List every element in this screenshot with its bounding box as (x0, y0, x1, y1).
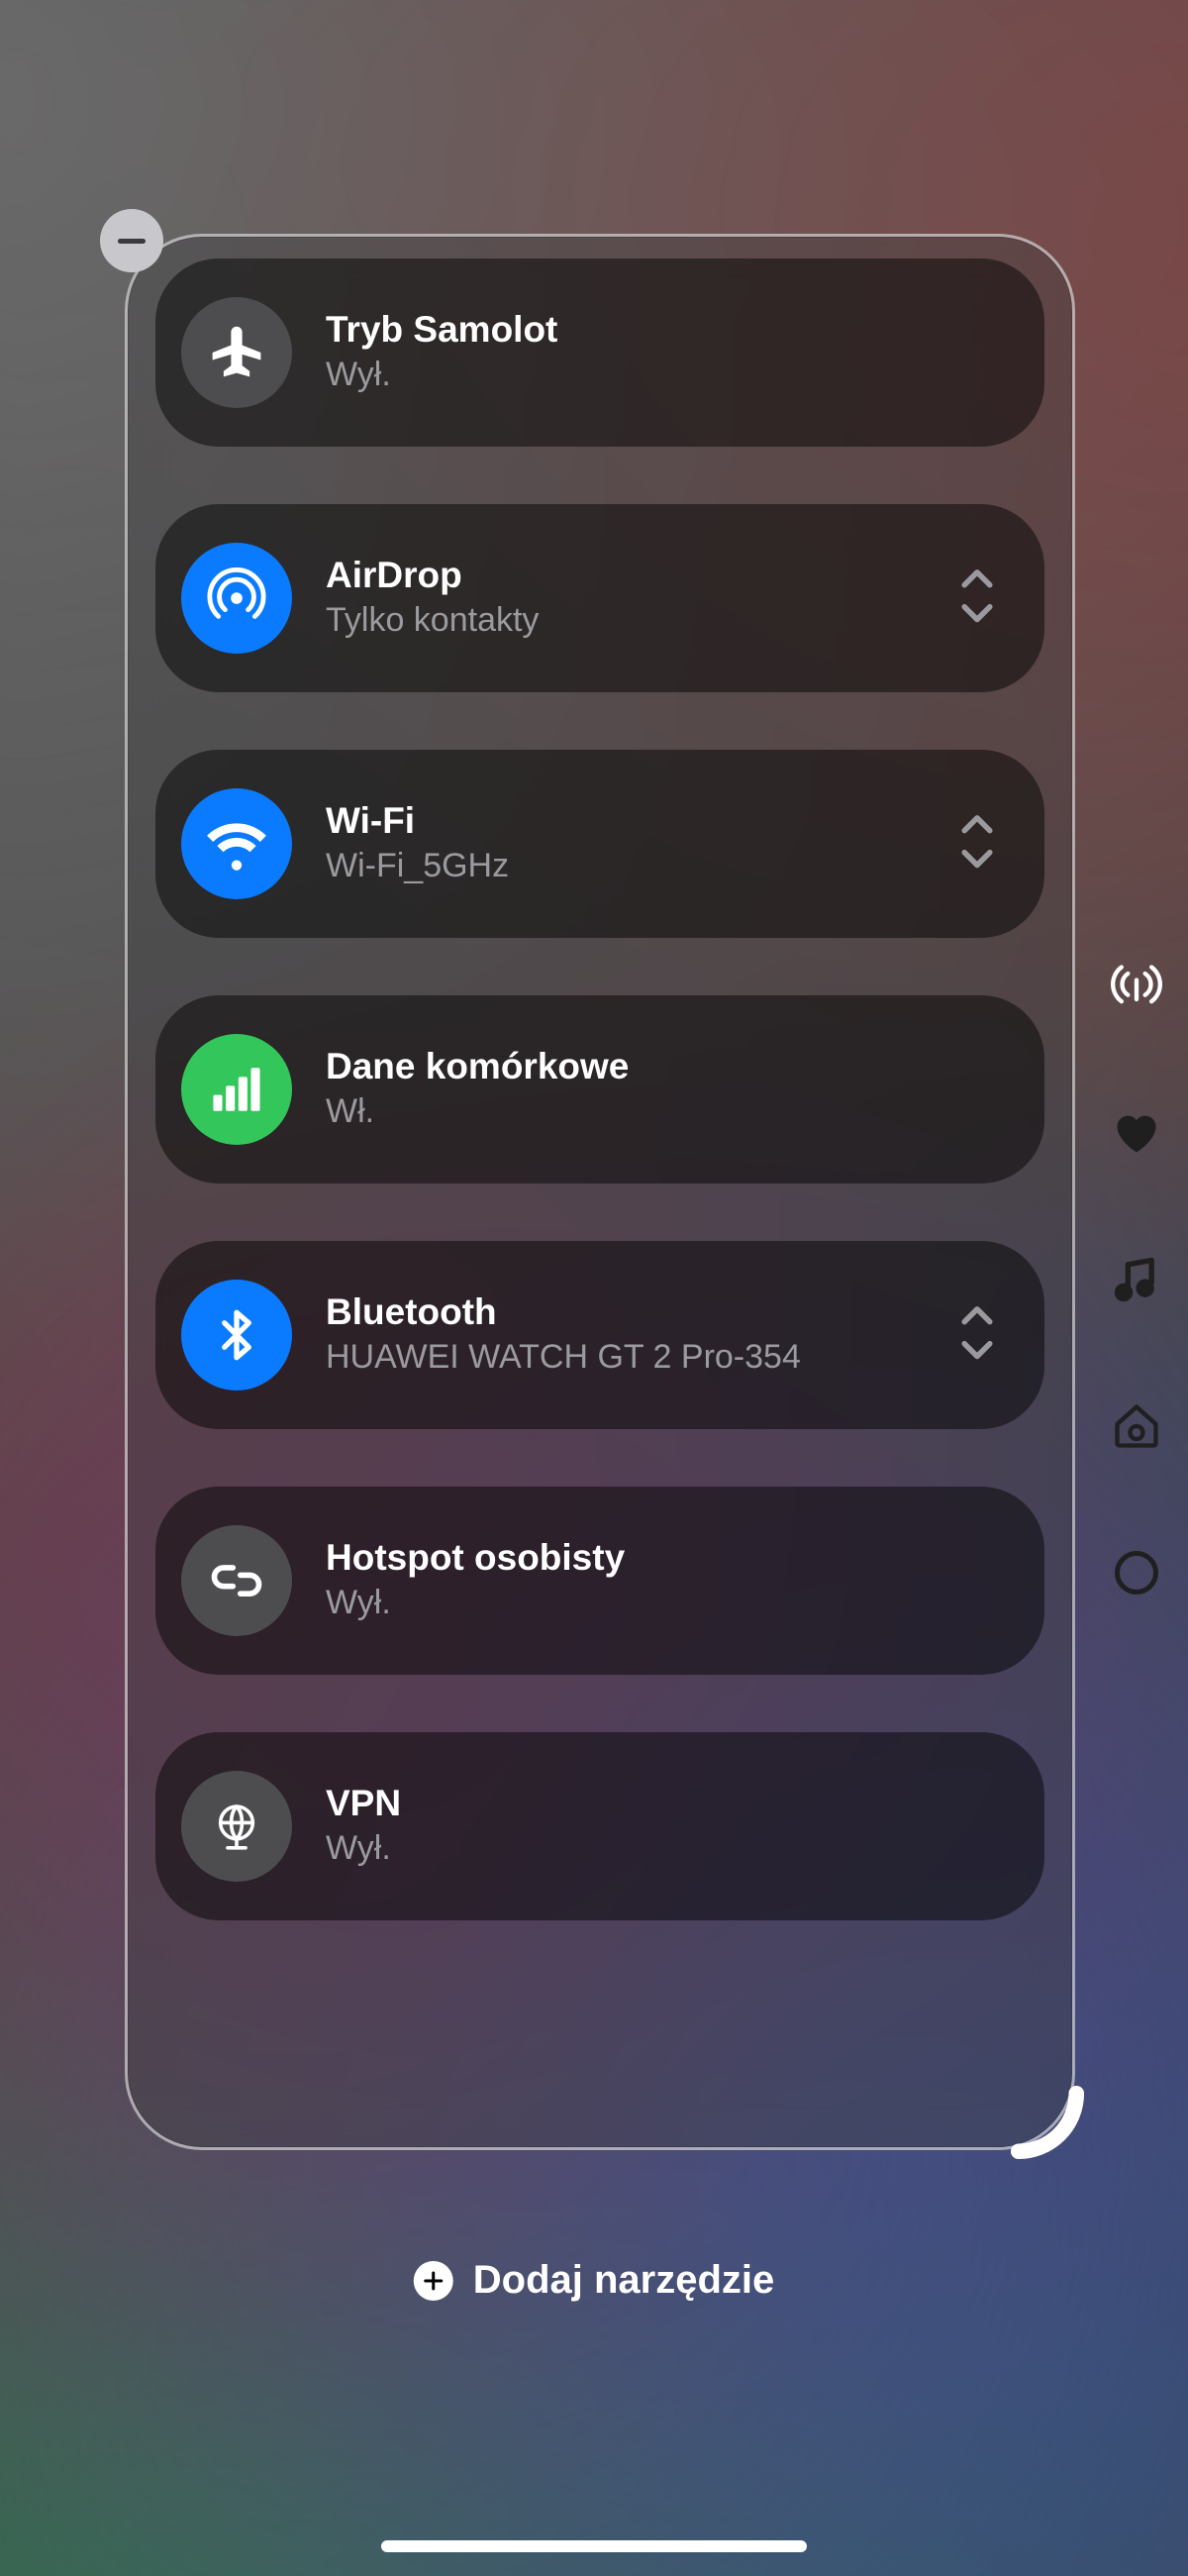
home-indicator[interactable] (381, 2540, 807, 2552)
row-subtitle: Wył. (326, 1582, 999, 1624)
row-title: Bluetooth (326, 1291, 955, 1334)
category-other[interactable] (1111, 1547, 1162, 1598)
row-title: Dane komórkowe (326, 1046, 999, 1088)
row-subtitle: Wył. (326, 354, 999, 396)
expand-chevrons-icon[interactable] (955, 805, 999, 882)
airdrop-icon (181, 543, 292, 654)
expand-chevrons-icon[interactable] (955, 1296, 999, 1374)
resize-handle[interactable] (1009, 2084, 1086, 2161)
bluetooth-icon (181, 1280, 292, 1391)
category-rail (1107, 961, 1166, 1598)
home-icon (1111, 1400, 1162, 1452)
row-labels: Tryb Samolot Wył. (326, 309, 999, 395)
row-labels: Dane komórkowe Wł. (326, 1046, 999, 1132)
row-bluetooth[interactable]: Bluetooth HUAWEI WATCH GT 2 Pro-354 (155, 1241, 1044, 1429)
row-subtitle: Wył. (326, 1827, 999, 1870)
category-home[interactable] (1111, 1400, 1162, 1452)
vpn-globe-icon (181, 1771, 292, 1882)
row-subtitle: Wi-Fi_5GHz (326, 845, 955, 887)
heart-icon (1111, 1107, 1162, 1159)
row-title: AirDrop (326, 555, 955, 597)
plus-circle-icon (414, 2261, 453, 2301)
row-title: VPN (326, 1783, 999, 1825)
wifi-icon (181, 788, 292, 899)
row-labels: Bluetooth HUAWEI WATCH GT 2 Pro-354 (326, 1291, 955, 1378)
category-connectivity[interactable] (1111, 961, 1162, 1012)
expand-chevrons-icon[interactable] (955, 560, 999, 637)
remove-widget-button[interactable] (100, 209, 163, 272)
row-subtitle: Wł. (326, 1090, 999, 1133)
broadcast-icon (1111, 961, 1162, 1012)
ring-icon (1115, 1551, 1158, 1595)
row-title: Wi-Fi (326, 800, 955, 843)
row-wifi[interactable]: Wi-Fi Wi-Fi_5GHz (155, 750, 1044, 938)
row-personal-hotspot[interactable]: Hotspot osobisty Wył. (155, 1487, 1044, 1675)
row-labels: Hotspot osobisty Wył. (326, 1537, 999, 1623)
row-vpn[interactable]: VPN Wył. (155, 1732, 1044, 1920)
airplane-icon (181, 297, 292, 408)
resize-handle-icon (1009, 2084, 1086, 2161)
hotspot-chain-icon (181, 1525, 292, 1636)
category-favorites[interactable] (1111, 1107, 1162, 1159)
row-airdrop[interactable]: AirDrop Tylko kontakty (155, 504, 1044, 692)
row-subtitle: Tylko kontakty (326, 599, 955, 642)
row-airplane-mode[interactable]: Tryb Samolot Wył. (155, 258, 1044, 447)
row-cellular-data[interactable]: Dane komórkowe Wł. (155, 995, 1044, 1184)
row-title: Hotspot osobisty (326, 1537, 999, 1580)
row-labels: AirDrop Tylko kontakty (326, 555, 955, 641)
add-widget-button[interactable]: Dodaj narzędzie (414, 2258, 775, 2303)
row-labels: Wi-Fi Wi-Fi_5GHz (326, 800, 955, 886)
row-title: Tryb Samolot (326, 309, 999, 352)
row-subtitle: HUAWEI WATCH GT 2 Pro-354 (326, 1336, 955, 1379)
add-widget-label: Dodaj narzędzie (473, 2258, 775, 2303)
category-music[interactable] (1111, 1254, 1162, 1305)
music-note-icon (1111, 1254, 1162, 1305)
row-labels: VPN Wył. (326, 1783, 999, 1869)
cellular-bars-icon (181, 1034, 292, 1145)
minus-icon (118, 239, 146, 244)
connectivity-widget-panel[interactable]: Tryb Samolot Wył. AirDrop Tylko kontakty (125, 234, 1075, 2150)
